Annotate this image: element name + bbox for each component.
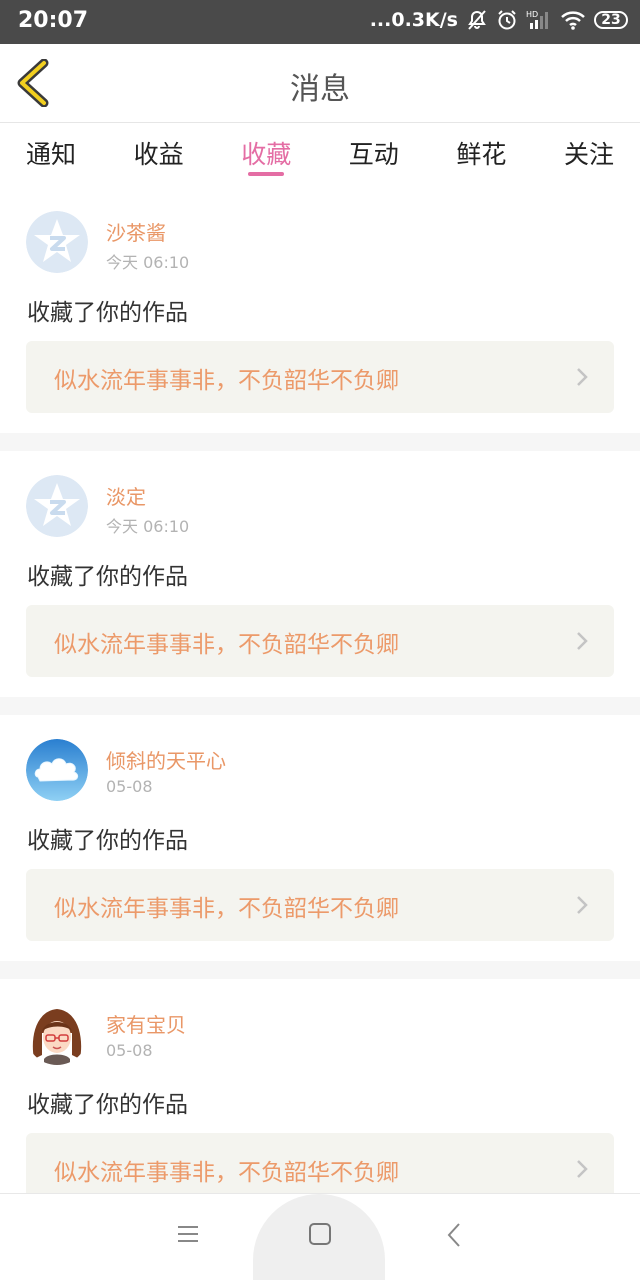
avatar[interactable] [26, 475, 88, 537]
menu-icon [178, 1226, 198, 1242]
tab-bar: 通知 收益 收藏 互动 鲜花 关注 [0, 123, 640, 185]
message-card: 淡定 今天 06:10 收藏了你的作品 似水流年事事非，不负韶华不负卿 [0, 451, 640, 697]
svg-text:HD: HD [526, 10, 538, 19]
message-card: 沙茶酱 今天 06:10 收藏了你的作品 似水流年事事非，不负韶华不负卿 [0, 187, 640, 433]
username[interactable]: 倾斜的天平心 [106, 745, 226, 774]
message-card: 家有宝贝 05-08 收藏了你的作品 似水流年事事非，不负韶华不负卿 [0, 979, 640, 1225]
system-nav-bar [0, 1193, 640, 1280]
active-tab-indicator [248, 172, 285, 176]
girl-avatar-icon [26, 1003, 88, 1065]
work-title: 似水流年事事非，不负韶华不负卿 [54, 632, 399, 658]
action-text: 收藏了你的作品 [27, 300, 188, 326]
tab-label: 互动 [348, 140, 399, 169]
action-text: 收藏了你的作品 [27, 564, 188, 590]
wifi-icon [560, 9, 586, 31]
username[interactable]: 淡定 [106, 481, 146, 510]
page-title: 消息 [290, 72, 350, 107]
work-title: 似水流年事事非，不负韶华不负卿 [54, 1160, 399, 1186]
divider [0, 433, 640, 451]
tab-label: 收益 [133, 140, 184, 169]
work-link[interactable]: 似水流年事事非，不负韶华不负卿 [26, 869, 614, 941]
home-button[interactable] [308, 1222, 332, 1250]
qzone-default-avatar-icon [26, 475, 88, 537]
back-nav-button[interactable] [444, 1222, 464, 1252]
battery-icon: 23 [594, 11, 628, 29]
status-right: ...0.3K/s HD 23 [370, 9, 628, 31]
tab-label: 通知 [26, 140, 77, 169]
avatar[interactable] [26, 1003, 88, 1065]
network-speed: ...0.3K/s [369, 9, 458, 31]
action-text: 收藏了你的作品 [27, 828, 188, 854]
message-time: 05-08 [106, 1041, 153, 1060]
message-list: 沙茶酱 今天 06:10 收藏了你的作品 似水流年事事非，不负韶华不负卿 淡定 … [0, 187, 640, 1225]
action-text: 收藏了你的作品 [27, 1092, 188, 1118]
message-card: 倾斜的天平心 05-08 收藏了你的作品 似水流年事事非，不负韶华不负卿 [0, 715, 640, 961]
avatar[interactable] [26, 739, 88, 801]
tab-label: 收藏 [241, 140, 292, 169]
menu-button[interactable] [176, 1222, 200, 1250]
app-header: 消息 [0, 44, 640, 123]
tab-earnings[interactable]: 收益 [134, 123, 184, 185]
chevron-right-icon [577, 896, 588, 914]
work-link[interactable]: 似水流年事事非，不负韶华不负卿 [26, 605, 614, 677]
alarm-icon [496, 9, 518, 31]
divider [0, 961, 640, 979]
message-time: 今天 06:10 [106, 253, 190, 272]
tab-interactions[interactable]: 互动 [349, 123, 399, 185]
work-link[interactable]: 似水流年事事非，不负韶华不负卿 [26, 341, 614, 413]
message-time: 05-08 [106, 777, 153, 796]
home-square-icon [309, 1223, 331, 1245]
chevron-right-icon [577, 368, 588, 386]
tab-notifications[interactable]: 通知 [26, 123, 76, 185]
cloud-avatar-icon [26, 739, 88, 801]
status-bar: 20:07 ...0.3K/s HD 23 [0, 0, 640, 44]
username[interactable]: 沙茶酱 [106, 217, 166, 246]
tab-following[interactable]: 关注 [564, 123, 614, 185]
chevron-right-icon [577, 1160, 588, 1178]
tab-label: 关注 [563, 140, 614, 169]
username[interactable]: 家有宝贝 [106, 1009, 186, 1038]
status-time: 20:07 [18, 8, 89, 33]
qzone-default-avatar-icon [26, 211, 88, 273]
chevron-right-icon [577, 632, 588, 650]
divider [0, 697, 640, 715]
work-title: 似水流年事事非，不负韶华不负卿 [54, 368, 399, 394]
avatar[interactable] [26, 211, 88, 273]
tab-flowers[interactable]: 鲜花 [456, 123, 506, 185]
message-time: 今天 06:10 [106, 517, 190, 536]
mute-bell-icon [466, 9, 488, 31]
back-triangle-icon [447, 1223, 460, 1247]
hd-signal-icon: HD [526, 9, 552, 31]
tab-label: 鲜花 [456, 140, 507, 169]
tab-favorites[interactable]: 收藏 [241, 123, 291, 185]
work-title: 似水流年事事非，不负韶华不负卿 [54, 896, 399, 922]
